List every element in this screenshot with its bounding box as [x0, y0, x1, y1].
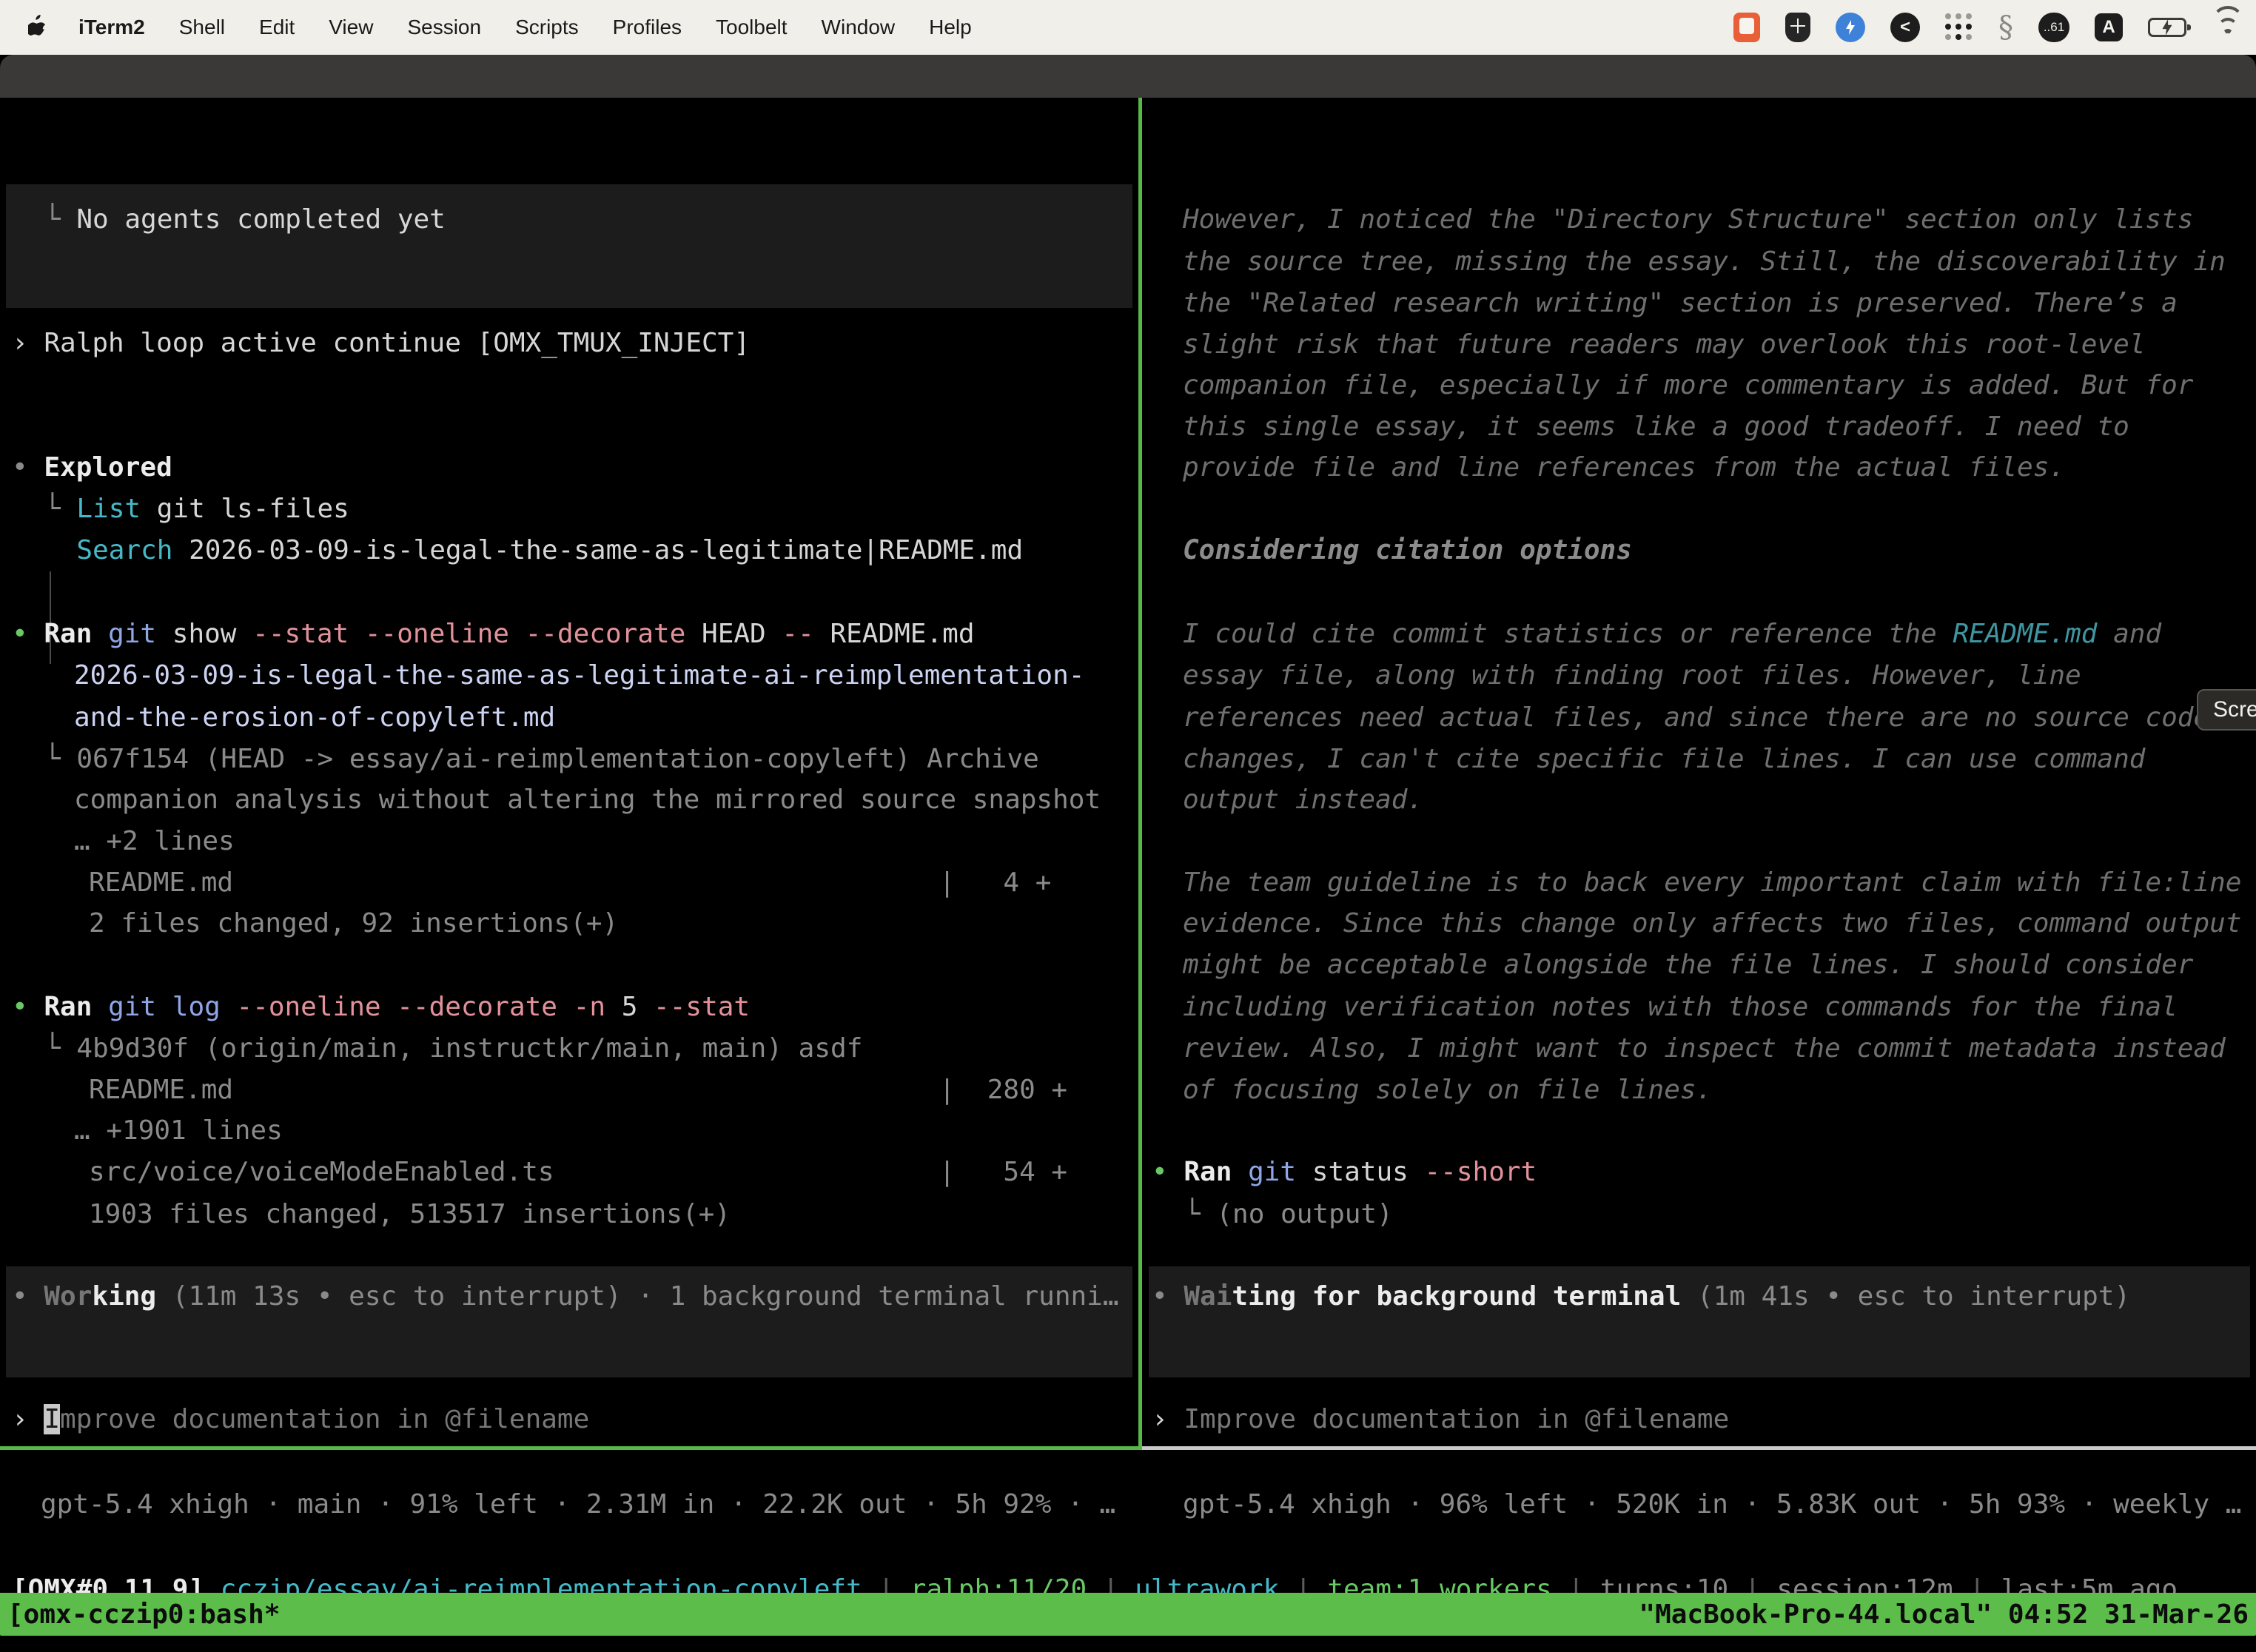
- tmux-status-bar: [omx-cczip0:bash* "MacBook-Pro-44.local"…: [0, 1593, 2256, 1636]
- git-log-out-1: └ 4b9d30f (origin/main, instructkr/main,…: [44, 1028, 862, 1070]
- git-show-out-4: README.md | 4 +: [89, 862, 1051, 904]
- pane-divider-horizontal-left: [0, 1446, 1138, 1450]
- waiting-status-line: • Waiting for background terminal (1m 41…: [1152, 1276, 2130, 1317]
- git-log-out-3: … +1901 lines: [74, 1110, 283, 1152]
- menu-item-edit[interactable]: Edit: [259, 16, 295, 39]
- input-source-icon[interactable]: A: [2095, 13, 2123, 41]
- screen-tooltip: Scre: [2197, 689, 2256, 731]
- tmux-session-label: [omx-cczip0:bash*: [7, 1599, 280, 1630]
- reasoning-p1-l3: the "Related research writing" section i…: [1183, 283, 2178, 324]
- badge-icon[interactable]: ..61: [2038, 13, 2069, 42]
- git-show-out-2: companion analysis without altering the …: [74, 779, 1101, 821]
- wifi-icon[interactable]: [2212, 15, 2244, 40]
- reasoning-p1-l6: this single essay, it seems like a good …: [1183, 406, 2129, 448]
- reasoning-p3-l3: might be acceptable alongside the file l…: [1183, 944, 2193, 986]
- reasoning-p3-l2: evidence. Since this change only affects…: [1183, 903, 2241, 944]
- menu-item-view[interactable]: View: [329, 16, 373, 39]
- reasoning-p3-l4: including verification notes with those …: [1183, 987, 2178, 1028]
- git-show-out-1: └ 067f154 (HEAD -> essay/ai-reimplementa…: [44, 739, 1039, 780]
- explored-list: └ List git ls-files: [44, 488, 349, 530]
- git-show-arg-1: 2026-03-09-is-legal-the-same-as-legitima…: [74, 655, 1084, 696]
- reasoning-p1-l5: companion file, especially if more comme…: [1183, 365, 2193, 406]
- reasoning-p2-l2: essay file, along with finding root file…: [1183, 655, 2081, 696]
- window-bottom-edge: [0, 1636, 2256, 1652]
- window-titlebar: omx --xhigh --madmax ⌥⌘1: [0, 55, 2256, 98]
- reasoning-p2-l5: output instead.: [1183, 779, 1423, 821]
- ralph-loop-line: › Ralph loop active continue [OMX_TMUX_I…: [12, 323, 750, 364]
- git-show-out-5: 2 files changed, 92 insertions(+): [89, 903, 618, 944]
- reasoning-p2-l1: I could cite commit statistics or refere…: [1183, 614, 2161, 655]
- git-log-out-2: README.md | 280 +: [89, 1070, 1067, 1111]
- pane-divider-vertical[interactable]: [1138, 98, 1142, 1450]
- apple-menu-icon[interactable]: [28, 15, 50, 40]
- menu-item-scripts[interactable]: Scripts: [515, 16, 579, 39]
- battery-icon[interactable]: [2148, 18, 2186, 37]
- squiggle-icon[interactable]: §: [1998, 10, 2013, 44]
- menubar-items: iTerm2 Shell Edit View Session Scripts Profile…: [50, 16, 972, 39]
- menu-item-session[interactable]: Session: [407, 16, 481, 39]
- ran-git-status: • Ran git status --short: [1152, 1152, 1537, 1193]
- git-show-out-3: … +2 lines: [74, 821, 235, 862]
- menu-item-shell[interactable]: Shell: [179, 16, 225, 39]
- menu-item-help[interactable]: Help: [929, 16, 972, 39]
- menu-item-toolbelt[interactable]: Toolbelt: [716, 16, 788, 39]
- terminal-area: └ No agents completed yet › Ralph loop ac…: [0, 98, 2256, 1593]
- git-status-out: └ (no output): [1184, 1194, 1393, 1235]
- reasoning-heading: Considering citation options: [1183, 530, 1632, 571]
- git-show-arg-2: and-the-erosion-of-copyleft.md: [74, 697, 555, 739]
- menu-item-iterm2[interactable]: iTerm2: [78, 16, 145, 39]
- git-log-out-4: src/voice/voiceModeEnabled.ts | 54 +: [89, 1152, 1067, 1193]
- screen-tooltip-label: Scre: [2213, 697, 2256, 722]
- reasoning-p3-l5: review. Also, I might want to inspect th…: [1183, 1028, 2226, 1070]
- bolt-circle-icon[interactable]: [1836, 13, 1865, 42]
- left-model-statusline: gpt-5.4 xhigh · main · 91% left · 2.31M …: [41, 1484, 1115, 1525]
- explored-header: • Explored: [12, 447, 172, 488]
- dots-grid-icon[interactable]: [1945, 13, 1973, 41]
- reasoning-p3-l1: The team guideline is to back every impo…: [1183, 862, 2241, 904]
- reasoning-p1-l1: However, I noticed the "Directory Struct…: [1183, 199, 2193, 241]
- menu-item-profiles[interactable]: Profiles: [613, 16, 682, 39]
- menu-item-window[interactable]: Window: [822, 16, 896, 39]
- reasoning-p1-l2: the source tree, missing the essay. Stil…: [1183, 241, 2226, 283]
- reasoning-p2-l3: references need actual files, and since …: [1183, 697, 2209, 739]
- tmux-host-clock-label: "MacBook-Pro-44.local" 04:52 31-Mar-26: [1639, 1599, 2249, 1630]
- working-status-line: • Working (11m 13s • esc to interrupt) ·…: [12, 1276, 1119, 1317]
- ran-git-show: • Ran git show --stat --oneline --decora…: [12, 614, 975, 655]
- pane-divider-horizontal-right: [1142, 1446, 2256, 1450]
- reasoning-p2-l4: changes, I can't cite specific file line…: [1183, 739, 2145, 780]
- agents-status-line: └ No agents completed yet: [44, 199, 446, 241]
- right-model-statusline: gpt-5.4 xhigh · 96% left · 520K in · 5.8…: [1183, 1484, 2241, 1525]
- screenshot-app-icon[interactable]: [1733, 13, 1760, 42]
- git-log-out-5: 1903 files changed, 513517 insertions(+): [89, 1194, 731, 1235]
- right-prompt-input[interactable]: › Improve documentation in @filename: [1152, 1399, 1729, 1440]
- grid-shield-icon[interactable]: [1785, 13, 1810, 42]
- explored-search: Search 2026-03-09-is-legal-the-same-as-l…: [44, 530, 1023, 571]
- ran-git-log: • Ran git log --oneline --decorate -n 5 …: [12, 987, 750, 1028]
- moon-circle-icon[interactable]: <: [1890, 13, 1920, 42]
- left-prompt-input[interactable]: › Improve documentation in @filename: [12, 1399, 589, 1440]
- macos-menubar: iTerm2 Shell Edit View Session Scripts Profile…: [0, 0, 2256, 55]
- reasoning-p1-l4: slight risk that future readers may over…: [1183, 324, 2145, 366]
- reasoning-p3-l6: of focusing solely on file lines.: [1183, 1070, 1712, 1111]
- reasoning-p1-l7: provide file and line references from th…: [1183, 447, 2065, 488]
